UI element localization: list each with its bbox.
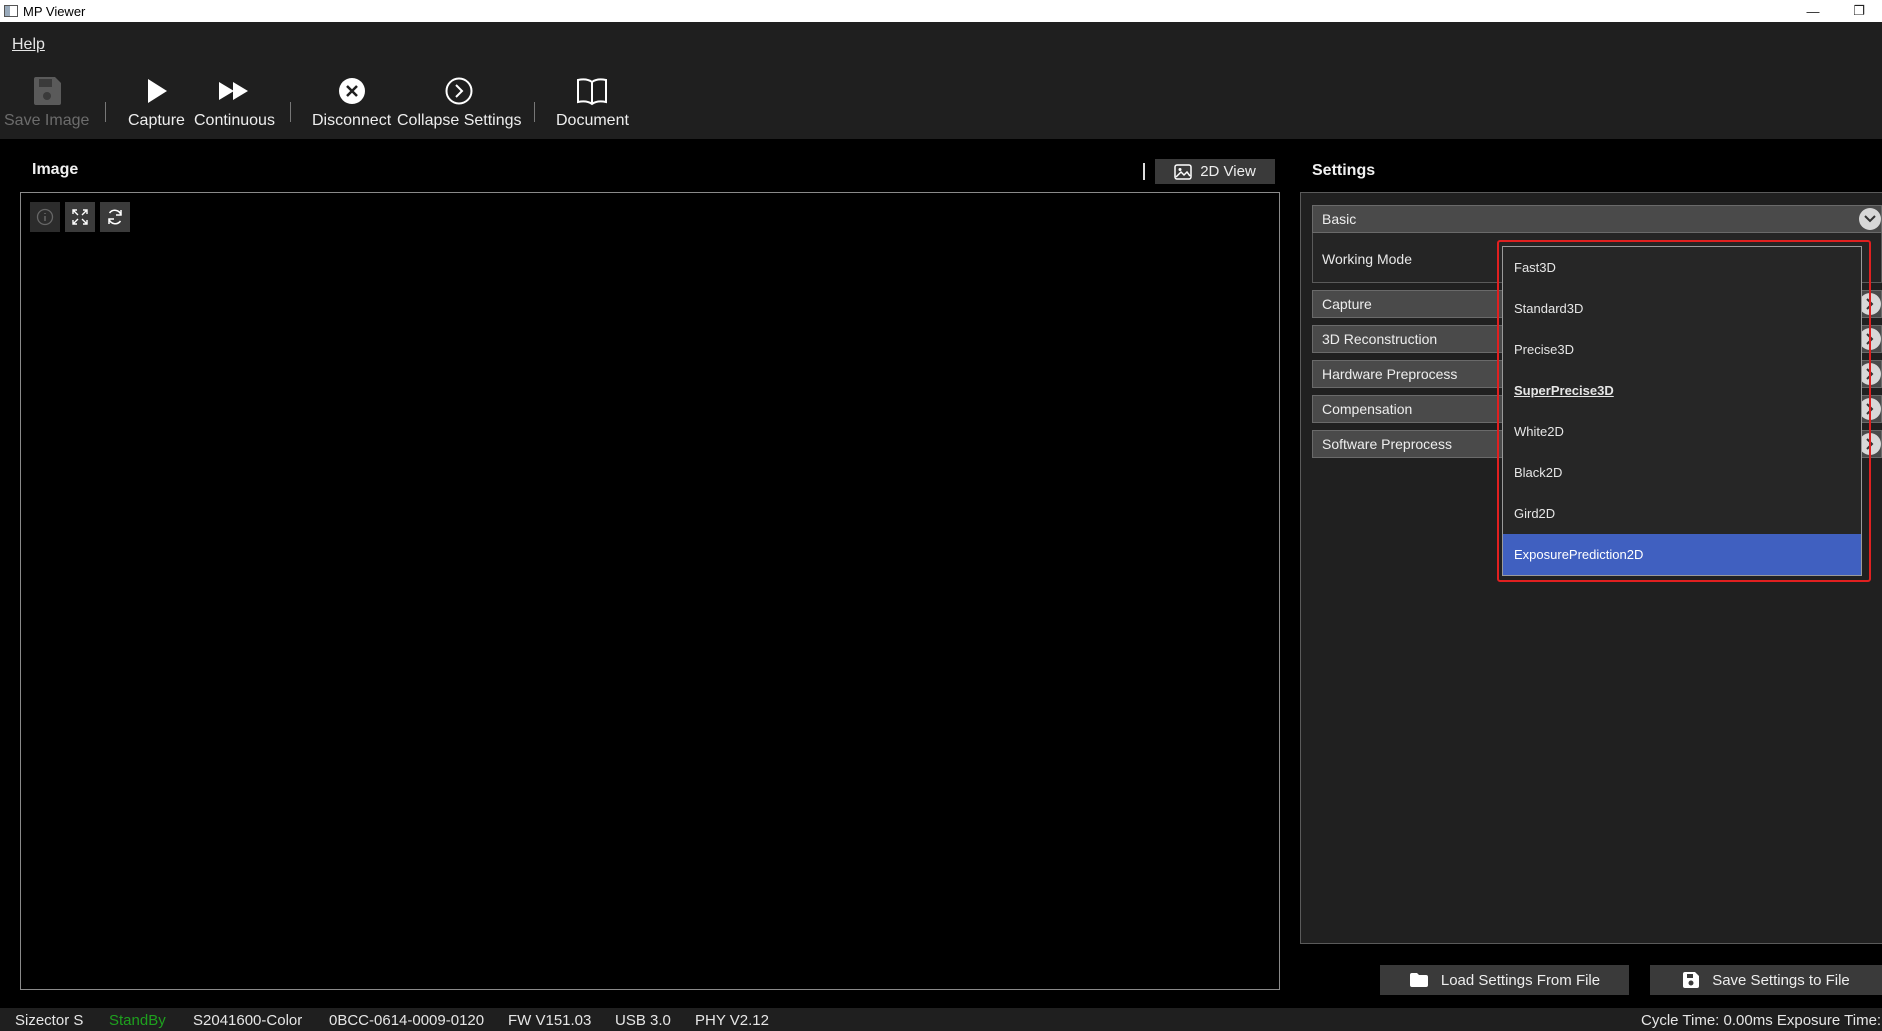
view-separator	[1143, 163, 1145, 180]
settings-panel-title: Settings	[1312, 162, 1376, 179]
restore-button[interactable]: ❐	[1836, 0, 1882, 22]
working-mode-dropdown-list[interactable]: Fast3D Standard3D Precise3D SuperPrecise…	[1502, 246, 1862, 576]
section-hardware-preprocess-label: Hardware Preprocess	[1322, 366, 1458, 382]
2d-view-label: 2D View	[1200, 163, 1256, 180]
menu-help[interactable]: Help	[12, 36, 45, 54]
status-phy: PHY V2.12	[695, 1012, 769, 1029]
save-image-label: Save Image	[4, 112, 90, 129]
refresh-icon	[108, 209, 122, 225]
dropdown-option-white2d[interactable]: White2D	[1503, 411, 1861, 452]
status-firmware: FW V151.03	[508, 1012, 592, 1029]
dropdown-option-fast3d[interactable]: Fast3D	[1503, 247, 1861, 288]
dropdown-option-black2d[interactable]: Black2D	[1503, 452, 1861, 493]
collapse-settings-label: Collapse Settings	[397, 112, 522, 129]
toolbar-separator	[105, 102, 106, 122]
app-icon	[4, 5, 18, 17]
capture-button[interactable]: Capture	[128, 74, 185, 130]
close-circle-icon	[338, 78, 365, 104]
section-basic-label: Basic	[1322, 211, 1357, 227]
chevron-down-icon[interactable]	[1859, 208, 1881, 230]
status-timing: Cycle Time: 0.00ms Exposure Time: 0	[1641, 1012, 1882, 1029]
load-settings-button[interactable]: Load Settings From File	[1380, 965, 1629, 995]
save-icon	[1683, 972, 1700, 988]
expand-icon	[72, 209, 88, 225]
toolbar-separator	[290, 102, 291, 122]
section-3d-reconstruction-label: 3D Reconstruction	[1322, 331, 1438, 347]
save-icon	[33, 77, 61, 105]
section-software-preprocess-label: Software Preprocess	[1322, 436, 1452, 452]
info-icon	[36, 208, 54, 226]
save-settings-label: Save Settings to File	[1712, 971, 1850, 989]
section-capture-label: Capture	[1322, 296, 1372, 312]
save-settings-button[interactable]: Save Settings to File	[1650, 965, 1882, 995]
toolbar-separator	[534, 102, 535, 122]
status-model: S2041600-Color	[193, 1012, 303, 1029]
continuous-button[interactable]: Continuous	[194, 74, 275, 130]
refresh-button[interactable]	[100, 202, 130, 232]
window-title: MP Viewer	[23, 3, 86, 19]
load-settings-label: Load Settings From File	[1440, 971, 1601, 989]
disconnect-button[interactable]: Disconnect	[312, 74, 391, 130]
chevron-right-circle-icon	[445, 77, 473, 105]
status-serial: 0BCC-0614-0009-0120	[329, 1012, 485, 1029]
fit-to-window-button[interactable]	[65, 202, 95, 232]
capture-label: Capture	[128, 112, 185, 129]
window-title-bar: MP Viewer — ❐	[0, 0, 1882, 22]
menu-help-label: Help	[12, 36, 45, 53]
save-image-button[interactable]: Save Image	[4, 74, 89, 130]
dropdown-option-exposureprediction2d[interactable]: ExposurePrediction2D	[1503, 534, 1861, 575]
status-device: Sizector S	[15, 1012, 84, 1029]
dropdown-option-precise3d[interactable]: Precise3D	[1503, 329, 1861, 370]
folder-icon	[1409, 973, 1428, 987]
collapse-settings-button[interactable]: Collapse Settings	[397, 74, 522, 130]
section-basic[interactable]: Basic	[1312, 205, 1882, 233]
info-button[interactable]	[30, 202, 60, 232]
status-bar: Sizector S StandBy S2041600-Color 0BCC-0…	[0, 1008, 1882, 1031]
image-panel-title: Image	[32, 161, 79, 178]
toolbar-area: Help Save Image Capture Continuous Disco…	[0, 22, 1882, 139]
play-icon	[148, 79, 168, 103]
minimize-button[interactable]: —	[1790, 0, 1836, 22]
dropdown-option-gird2d[interactable]: Gird2D	[1503, 493, 1861, 534]
disconnect-label: Disconnect	[312, 112, 392, 129]
dropdown-option-superprecise3d[interactable]: SuperPrecise3D	[1503, 370, 1861, 411]
status-state: StandBy	[109, 1012, 166, 1029]
image-canvas[interactable]	[20, 192, 1280, 990]
document-button[interactable]: Document	[556, 74, 629, 130]
book-icon	[577, 78, 608, 106]
2d-view-button[interactable]: 2D View	[1155, 159, 1275, 184]
section-compensation-label: Compensation	[1322, 401, 1413, 417]
document-label: Document	[556, 112, 629, 129]
dropdown-option-standard3d[interactable]: Standard3D	[1503, 288, 1861, 329]
continuous-label: Continuous	[194, 112, 275, 129]
working-mode-label: Working Mode	[1322, 251, 1413, 267]
image-icon	[1174, 163, 1192, 180]
status-usb: USB 3.0	[615, 1012, 671, 1029]
fast-forward-icon	[219, 82, 249, 100]
